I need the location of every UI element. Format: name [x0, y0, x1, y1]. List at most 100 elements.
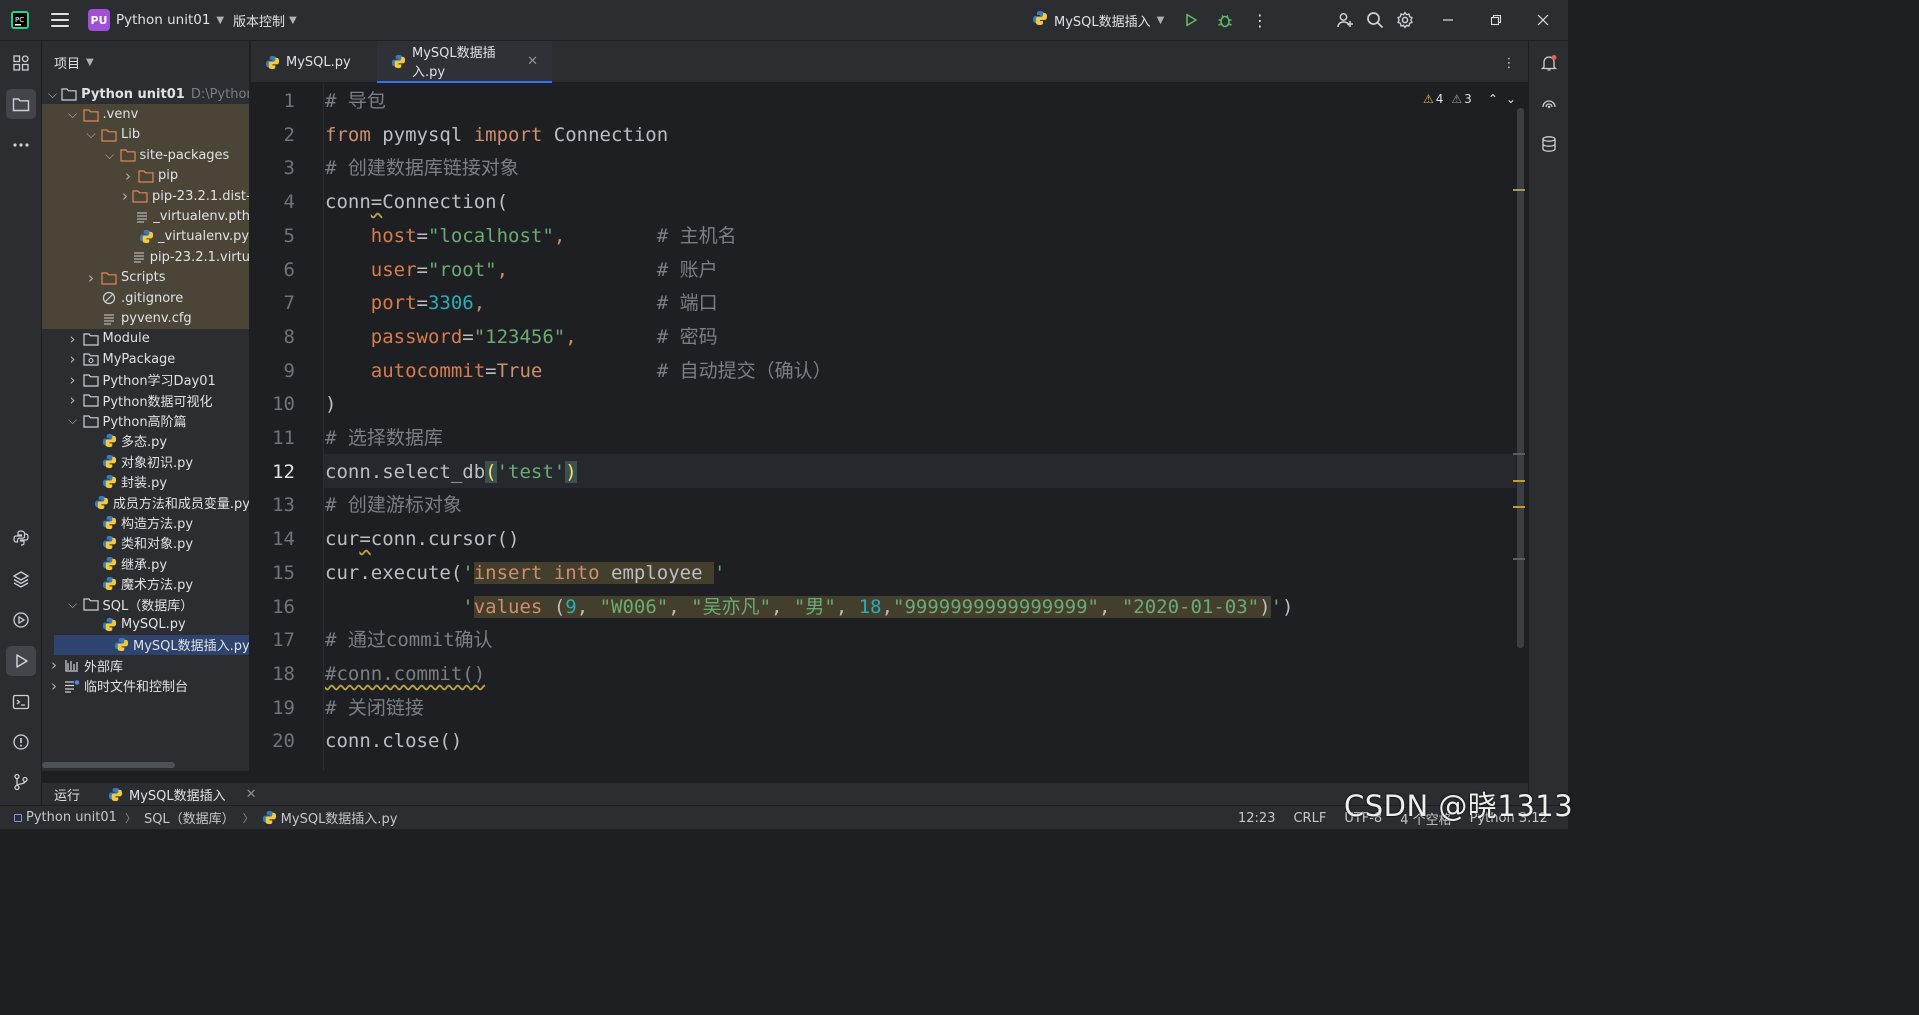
chevron-down-icon[interactable]: ⌄: [1506, 92, 1516, 106]
chevron-down-icon[interactable]: ⌵: [85, 127, 97, 142]
pycharm-logo-icon[interactable]: PC: [10, 10, 30, 30]
caret-position[interactable]: 12:23: [1238, 811, 1275, 826]
inspection-widget[interactable]: ⚠ 4 ⚠ 3 ⌃ ⌄: [1423, 90, 1516, 108]
line-number[interactable]: 5: [251, 220, 295, 254]
tree-item[interactable]: › Python数据可视化: [42, 390, 249, 410]
run-icon[interactable]: [1180, 9, 1202, 31]
line-number[interactable]: 7: [251, 287, 295, 321]
code-line[interactable]: # 关闭链接: [325, 692, 424, 726]
line-number[interactable]: 4: [251, 186, 295, 220]
run-window-label[interactable]: 运行: [54, 785, 80, 804]
run-configuration-selector[interactable]: MySQL数据插入 ▼: [1032, 8, 1164, 32]
tab-mysql-py[interactable]: MySQL.py: [251, 41, 377, 83]
tree-item[interactable]: 魔术方法.py: [42, 574, 249, 594]
tree-item[interactable]: › pip: [42, 165, 249, 186]
breadcrumb-file[interactable]: MySQL数据插入.py: [262, 808, 397, 827]
warning-stripe[interactable]: [1513, 506, 1525, 508]
close-icon[interactable]: ✕: [246, 787, 257, 802]
line-number[interactable]: 2: [251, 119, 295, 153]
tree-item[interactable]: ⌵ Python unit01 D:\Python C: [42, 84, 249, 104]
tree-item[interactable]: pyvenv.cfg: [42, 308, 249, 329]
code-line[interactable]: conn.select_db('test'): [325, 456, 577, 490]
tree-item[interactable]: › MyPackage: [42, 349, 249, 369]
chevron-down-icon[interactable]: ⌵: [67, 413, 79, 428]
chevron-right-icon[interactable]: ›: [48, 677, 60, 695]
line-number[interactable]: 14: [251, 523, 295, 557]
python-console-icon[interactable]: [6, 523, 36, 553]
minimize-icon[interactable]: [1437, 9, 1459, 31]
tree-item[interactable]: ⌵ site-packages: [42, 145, 249, 166]
tree-item[interactable]: › Scripts: [42, 267, 249, 288]
tree-item[interactable]: › Python学习Day01: [42, 370, 249, 390]
search-icon[interactable]: [1364, 9, 1386, 31]
vcs-menu[interactable]: 版本控制 ▼: [233, 8, 297, 32]
tree-item[interactable]: 继承.py: [42, 553, 249, 573]
more-actions-icon[interactable]: ⋮: [1249, 9, 1271, 31]
code-line[interactable]: autocommit=True # 自动提交（确认）: [325, 355, 832, 389]
add-user-icon[interactable]: [1334, 9, 1356, 31]
code-line[interactable]: password="123456", # 密码: [325, 321, 718, 355]
line-number[interactable]: 15: [251, 557, 295, 591]
line-number[interactable]: 12: [251, 456, 295, 490]
code-line[interactable]: host="localhost", # 主机名: [325, 220, 737, 254]
line-number[interactable]: 17: [251, 624, 295, 658]
breadcrumb-project[interactable]: Python unit01: [14, 810, 117, 825]
project-folder-icon[interactable]: [6, 89, 36, 119]
chevron-right-icon[interactable]: ›: [67, 391, 79, 409]
notifications-icon[interactable]: [1534, 48, 1564, 78]
code-editor[interactable]: 1 2 3 4 5 6 7 8 9 10 11 12 13 14 15 16 17 18 19 20 # 导包 from…: [251, 84, 1528, 771]
line-number[interactable]: 11: [251, 422, 295, 456]
tree-item[interactable]: pip-23.2.1.virtu: [42, 247, 249, 268]
chevron-right-icon[interactable]: ›: [85, 269, 97, 287]
problems-icon[interactable]: [6, 727, 36, 757]
gear-icon[interactable]: [1394, 9, 1416, 31]
line-number[interactable]: 20: [251, 725, 295, 759]
more-tools-icon[interactable]: [6, 130, 36, 160]
tree-item[interactable]: MySQL数据插入.py: [54, 634, 249, 656]
line-number[interactable]: 19: [251, 692, 295, 726]
tree-item[interactable]: › 临时文件和控制台: [42, 676, 249, 696]
tree-item[interactable]: › pip-23.2.1.dist-: [42, 186, 249, 207]
terminal-icon[interactable]: [6, 687, 36, 717]
tree-item[interactable]: 对象初识.py: [42, 451, 249, 471]
chevron-down-icon[interactable]: ⌵: [67, 107, 79, 122]
line-number[interactable]: 1: [251, 85, 295, 119]
tree-item[interactable]: ⌵ .venv: [42, 104, 249, 125]
code-line[interactable]: conn.close(): [325, 725, 462, 759]
chevron-right-icon[interactable]: ›: [67, 371, 79, 389]
line-number[interactable]: 10: [251, 388, 295, 422]
code-line[interactable]: cur.execute('insert into employee ': [325, 557, 725, 591]
code-line[interactable]: #conn.commit(): [325, 658, 485, 692]
tree-item[interactable]: MySQL.py: [42, 614, 249, 634]
line-number[interactable]: 18: [251, 658, 295, 692]
horizontal-scrollbar[interactable]: [42, 762, 175, 768]
chevron-right-icon[interactable]: ›: [48, 656, 60, 674]
tree-item[interactable]: 多态.py: [42, 431, 249, 451]
services-icon[interactable]: [6, 605, 36, 635]
tree-item[interactable]: 构造方法.py: [42, 512, 249, 532]
code-line[interactable]: conn=Connection(: [325, 186, 508, 220]
chevron-right-icon[interactable]: ›: [122, 167, 134, 185]
code-line[interactable]: # 导包: [325, 85, 386, 119]
structure-icon[interactable]: [6, 48, 36, 78]
run-tab[interactable]: MySQL数据插入 ✕: [108, 785, 257, 804]
tab-actions-icon[interactable]: ⋮: [1499, 53, 1519, 73]
tree-item[interactable]: › 外部库: [42, 655, 249, 675]
chevron-right-icon[interactable]: ›: [67, 350, 79, 368]
restore-icon[interactable]: [1485, 9, 1507, 31]
git-icon[interactable]: [6, 767, 36, 797]
debug-icon[interactable]: [1214, 9, 1236, 31]
line-number[interactable]: 16: [251, 591, 295, 625]
tab-mysql-insert-py[interactable]: MySQL数据插入.py ✕: [377, 41, 552, 83]
layers-icon[interactable]: [6, 564, 36, 594]
tree-item[interactable]: _virtualenv.pth: [42, 206, 249, 227]
code-line[interactable]: # 创建数据库链接对象: [325, 152, 519, 186]
chevron-down-icon[interactable]: ⌵: [48, 87, 57, 102]
tree-item[interactable]: › Module: [42, 329, 249, 349]
code-line[interactable]: # 选择数据库: [325, 422, 443, 456]
tree-item[interactable]: _virtualenv.py: [42, 226, 249, 248]
tree-item[interactable]: .gitignore: [42, 288, 249, 309]
code-line[interactable]: port=3306, # 端口: [325, 287, 718, 321]
warning-stripe[interactable]: [1513, 189, 1525, 191]
code-line[interactable]: # 创建游标对象: [325, 489, 462, 523]
